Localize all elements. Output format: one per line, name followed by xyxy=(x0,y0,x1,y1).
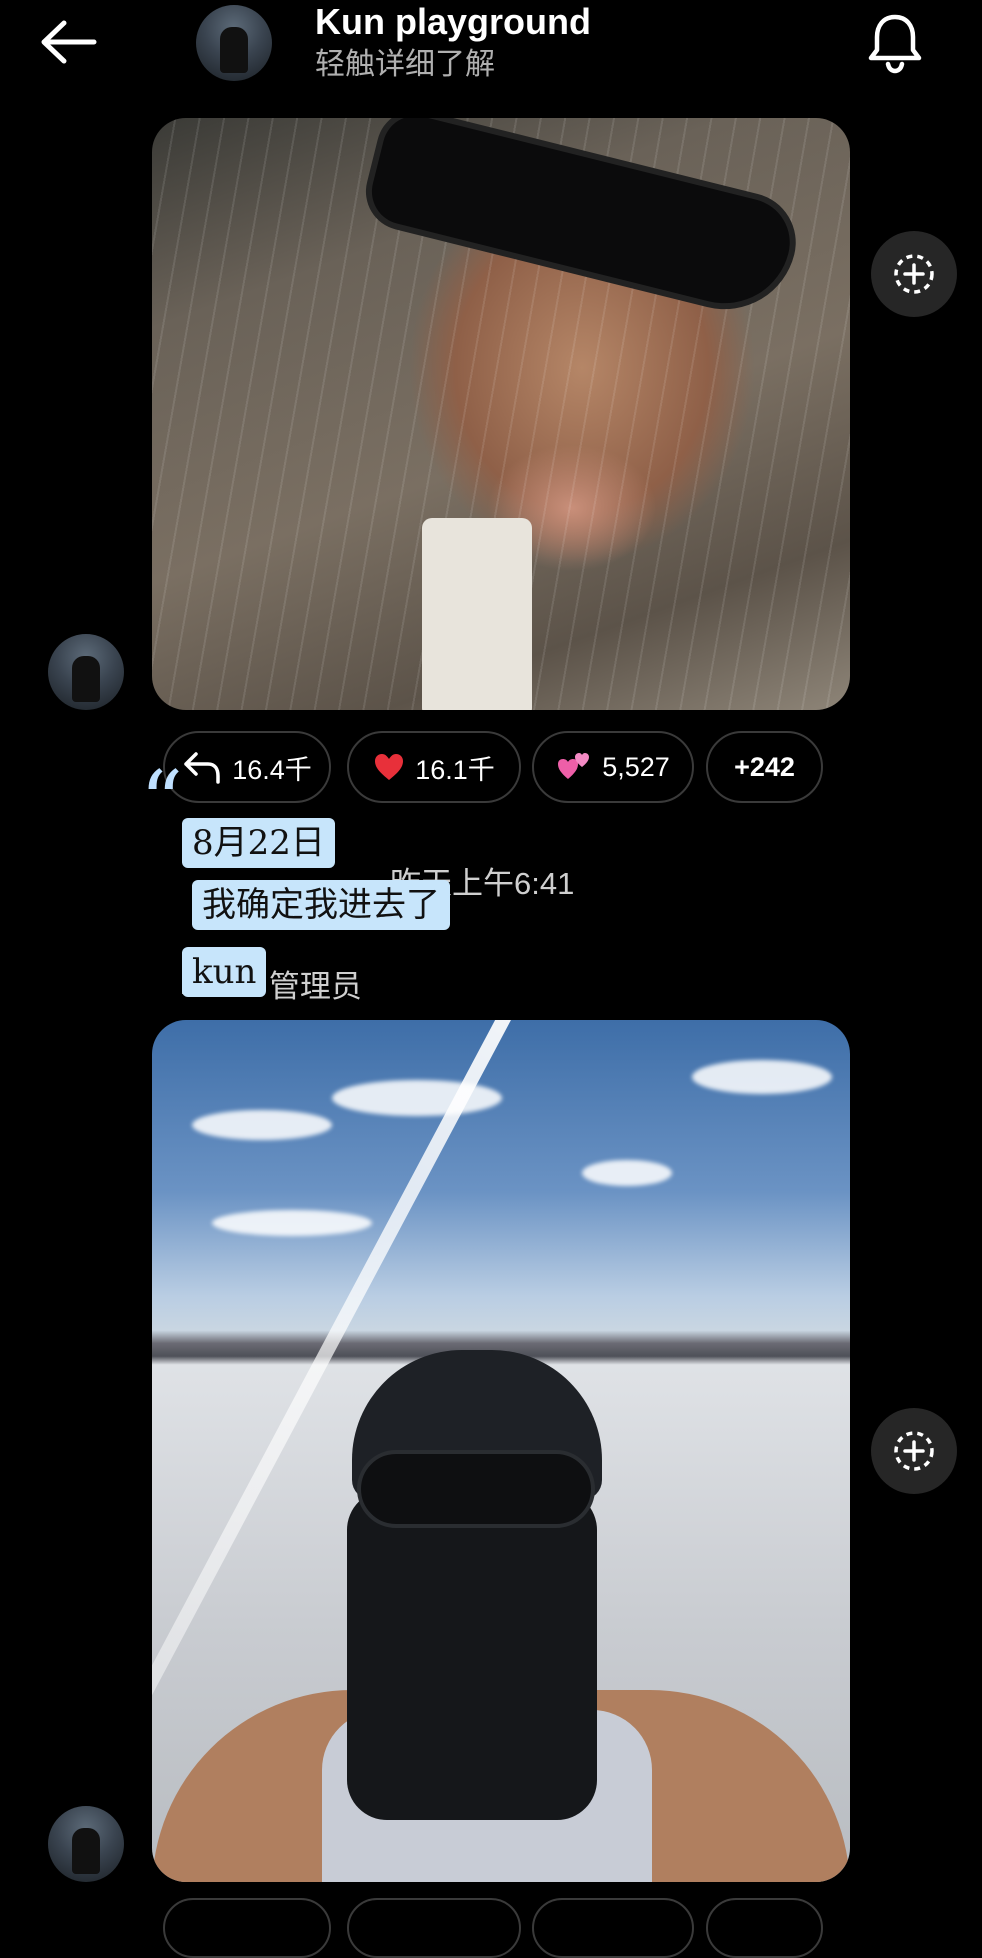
add-circle-icon xyxy=(894,1431,934,1471)
post-photo[interactable] xyxy=(152,1020,850,1882)
save-media-button[interactable] xyxy=(871,231,957,317)
channel-avatar[interactable] xyxy=(196,5,272,81)
overlay-signature: kun xyxy=(182,947,267,997)
reaction-pill[interactable] xyxy=(347,1898,521,1958)
heart-reaction-pill[interactable]: 16.1千 xyxy=(347,731,521,803)
heart-emoji-icon xyxy=(375,754,404,780)
more-reactions-count: +242 xyxy=(734,751,795,782)
two-hearts-emoji-icon xyxy=(558,753,590,779)
reply-count-pill[interactable]: 16.4千 xyxy=(163,731,331,803)
add-circle-icon xyxy=(894,254,934,294)
sender-avatar[interactable] xyxy=(48,634,124,710)
shirt xyxy=(422,518,532,710)
quote-mark-icon: “ xyxy=(140,753,183,851)
author-role: 管理员 xyxy=(268,969,362,1004)
reaction-pill[interactable] xyxy=(706,1898,823,1958)
back-button[interactable] xyxy=(38,12,116,72)
overlay-date: 8月22日 xyxy=(182,818,335,868)
channel-subtitle[interactable]: 轻触详细了解 xyxy=(315,46,495,84)
reaction-pill[interactable] xyxy=(163,1898,331,1958)
reply-count: 16.4千 xyxy=(232,754,312,785)
bell-icon xyxy=(868,14,922,74)
two-hearts-count: 5,527 xyxy=(602,751,670,782)
save-media-button[interactable] xyxy=(871,1408,957,1494)
overlay-message: 我确定我进去了 xyxy=(192,880,450,930)
more-reactions-pill[interactable]: +242 xyxy=(706,731,823,803)
cloud xyxy=(582,1160,672,1186)
cloud xyxy=(692,1060,832,1094)
cloud xyxy=(332,1080,502,1116)
goggles xyxy=(357,1450,595,1528)
reply-icon xyxy=(184,752,220,784)
heart-count: 16.1千 xyxy=(415,754,495,785)
reaction-pill[interactable] xyxy=(532,1898,694,1958)
face-mask xyxy=(347,1490,597,1820)
two-hearts-reaction-pill[interactable]: 5,527 xyxy=(532,731,694,803)
post-photo[interactable] xyxy=(152,118,850,710)
notifications-button[interactable] xyxy=(862,8,928,78)
channel-header: Kun playground 轻触详细了解 xyxy=(0,0,982,112)
arrow-left-icon xyxy=(41,20,97,64)
cloud xyxy=(192,1110,332,1140)
cloud xyxy=(212,1210,372,1236)
sender-avatar[interactable] xyxy=(48,1806,124,1882)
channel-title[interactable]: Kun playground xyxy=(315,0,591,44)
